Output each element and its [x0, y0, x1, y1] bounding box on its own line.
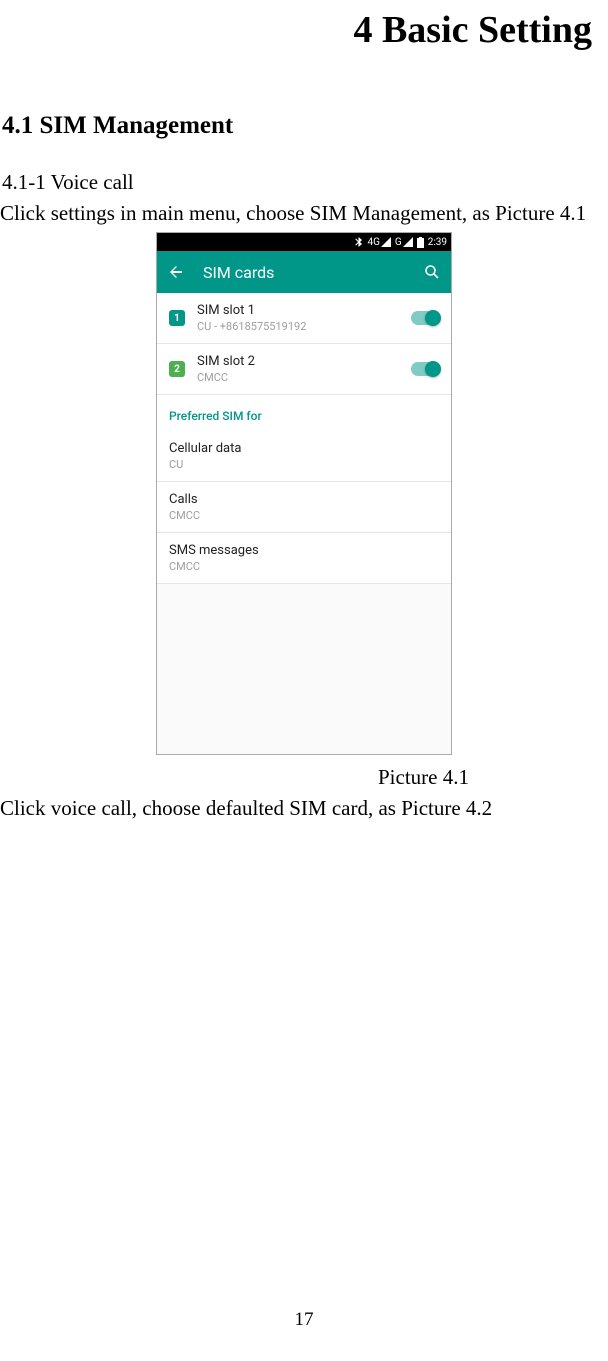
- search-icon[interactable]: [423, 263, 441, 281]
- screenshot-blank-area: [157, 584, 451, 754]
- chapter-title: 4 Basic Setting: [0, 0, 608, 52]
- bluetooth-icon: [355, 237, 363, 247]
- pref-label: Cellular data: [169, 441, 439, 456]
- statusbar-time: 2:39: [428, 237, 447, 248]
- sim-toggle-switch[interactable]: [411, 362, 439, 376]
- sim-slot-name: SIM slot 1: [197, 303, 399, 318]
- follow-paragraph: Click voice call, choose defaulted SIM c…: [0, 796, 608, 821]
- app-bar: SIM cards: [157, 251, 451, 293]
- network-indicator-2: G: [395, 237, 413, 248]
- sim-slot-detail: CU - +8618575519192: [197, 320, 399, 333]
- subsection-heading: 4.1-1 Voice call: [2, 170, 608, 195]
- back-arrow-icon[interactable]: [167, 263, 185, 281]
- pref-value: CMCC: [169, 560, 439, 573]
- network-label-2: G: [395, 237, 402, 248]
- network-indicator-1: 4G: [367, 237, 390, 248]
- sim-slot-name: SIM slot 2: [197, 354, 399, 369]
- sim-badge-icon: 2: [169, 361, 185, 377]
- pref-calls[interactable]: Calls CMCC: [157, 482, 451, 533]
- pref-label: SMS messages: [169, 543, 439, 558]
- preferred-sim-header: Preferred SIM for: [157, 395, 451, 431]
- sim-badge-icon: 1: [169, 310, 185, 326]
- pref-sms[interactable]: SMS messages CMCC: [157, 533, 451, 584]
- section-heading: 4.1 SIM Management: [2, 112, 608, 140]
- sim-slot-row[interactable]: 2 SIM slot 2 CMCC: [157, 344, 451, 395]
- intro-paragraph: Click settings in main menu, choose SIM …: [0, 201, 608, 226]
- sim-slot-detail: CMCC: [197, 371, 399, 384]
- embedded-screenshot: 4G G 2:39 SIM cards 1 SIM slot 1 CU - +8…: [156, 232, 452, 755]
- network-label-1: 4G: [367, 237, 379, 248]
- figure-caption: Picture 4.1: [0, 765, 608, 790]
- appbar-title: SIM cards: [203, 263, 405, 282]
- battery-icon: [417, 237, 424, 248]
- pref-value: CMCC: [169, 509, 439, 522]
- android-statusbar: 4G G 2:39: [157, 233, 451, 251]
- sim-slot-row[interactable]: 1 SIM slot 1 CU - +8618575519192: [157, 293, 451, 344]
- page-number: 17: [0, 1309, 608, 1331]
- pref-label: Calls: [169, 492, 439, 507]
- pref-cellular-data[interactable]: Cellular data CU: [157, 431, 451, 482]
- pref-value: CU: [169, 458, 439, 471]
- sim-toggle-switch[interactable]: [411, 311, 439, 325]
